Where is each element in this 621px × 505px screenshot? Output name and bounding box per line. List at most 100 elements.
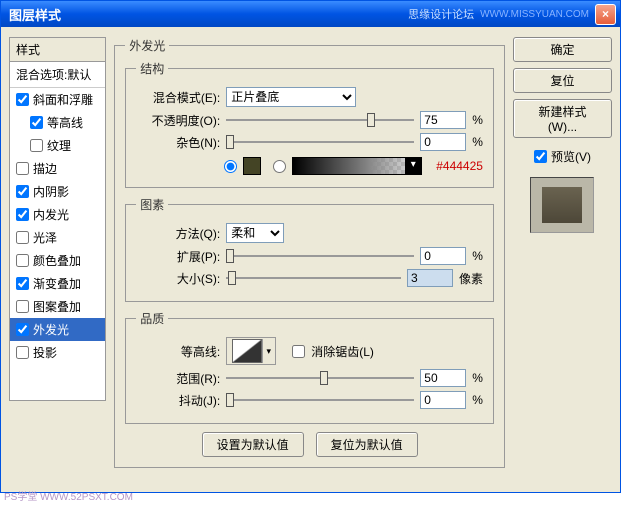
preview-box	[530, 177, 594, 233]
opacity-input[interactable]	[420, 111, 466, 129]
style-label: 内阴影	[33, 183, 69, 200]
reset-button[interactable]: 复位	[513, 68, 612, 93]
range-input[interactable]	[420, 369, 466, 387]
size-unit: 像素	[459, 270, 483, 287]
reset-default-button[interactable]: 复位为默认值	[316, 432, 418, 457]
gradient-dropdown-icon[interactable]: ▾	[405, 158, 421, 174]
elements-legend: 图素	[136, 196, 168, 213]
style-label: 投影	[33, 344, 57, 361]
new-style-button[interactable]: 新建样式(W)...	[513, 99, 612, 138]
antialias-checkbox[interactable]	[292, 345, 305, 358]
style-checkbox[interactable]	[16, 208, 29, 221]
forum-label: 思缘设计论坛	[408, 6, 474, 22]
watermark: PS学堂 WWW.52PSXT.COM	[4, 488, 133, 503]
styles-header: 样式	[9, 37, 106, 61]
color-radio[interactable]	[224, 160, 237, 173]
size-input[interactable]	[407, 269, 453, 287]
style-label: 图案叠加	[33, 298, 81, 315]
style-checkbox[interactable]	[16, 231, 29, 244]
spread-slider[interactable]	[226, 247, 414, 265]
opacity-label: 不透明度(O):	[136, 112, 220, 129]
style-checkbox[interactable]	[16, 185, 29, 198]
elements-group: 图素 方法(Q): 柔和 扩展(P): % 大小(S):	[125, 196, 494, 302]
style-item-3[interactable]: 描边	[10, 157, 105, 180]
blend-mode-select[interactable]: 正片叠底	[226, 87, 356, 107]
action-panel: 确定 复位 新建样式(W)... 预览(V)	[513, 37, 612, 484]
size-label: 大小(S):	[136, 270, 220, 287]
preview-thumbnail	[542, 187, 582, 223]
jitter-slider[interactable]	[226, 391, 414, 409]
style-item-5[interactable]: 内发光	[10, 203, 105, 226]
gradient-radio[interactable]	[273, 160, 286, 173]
ok-button[interactable]: 确定	[513, 37, 612, 62]
noise-label: 杂色(N):	[136, 134, 220, 151]
styles-list: 混合选项:默认斜面和浮雕等高线纹理描边内阴影内发光光泽颜色叠加渐变叠加图案叠加外…	[9, 61, 106, 401]
contour-swatch	[232, 339, 262, 363]
style-label: 描边	[33, 160, 57, 177]
structure-legend: 结构	[136, 60, 168, 77]
style-checkbox[interactable]	[16, 300, 29, 313]
style-label: 外发光	[33, 321, 69, 338]
forum-url: WWW.MISSYUAN.COM	[480, 9, 589, 20]
outer-glow-group: 外发光 结构 混合模式(E): 正片叠底 不透明度(O): % 杂色(N):	[114, 37, 505, 468]
style-item-7[interactable]: 颜色叠加	[10, 249, 105, 272]
style-checkbox[interactable]	[16, 254, 29, 267]
style-item-10[interactable]: 外发光	[10, 318, 105, 341]
contour-picker[interactable]: ▾	[226, 337, 276, 365]
style-label: 颜色叠加	[33, 252, 81, 269]
blend-mode-label: 混合模式(E):	[136, 89, 220, 106]
gradient-swatch[interactable]: ▾	[292, 157, 422, 175]
group-title: 外发光	[125, 37, 169, 54]
style-checkbox[interactable]	[16, 93, 29, 106]
size-slider[interactable]	[226, 269, 401, 287]
method-select[interactable]: 柔和	[226, 223, 284, 243]
style-checkbox[interactable]	[30, 139, 43, 152]
style-item-0[interactable]: 斜面和浮雕	[10, 88, 105, 111]
style-checkbox[interactable]	[30, 116, 43, 129]
titlebar[interactable]: 图层样式 思缘设计论坛 WWW.MISSYUAN.COM ×	[1, 1, 620, 27]
range-unit: %	[472, 371, 483, 385]
range-label: 范围(R):	[136, 370, 220, 387]
style-label: 渐变叠加	[33, 275, 81, 292]
method-label: 方法(Q):	[136, 225, 220, 242]
range-slider[interactable]	[226, 369, 414, 387]
style-item-2[interactable]: 纹理	[10, 134, 105, 157]
preview-label: 预览(V)	[551, 148, 591, 165]
noise-slider[interactable]	[226, 133, 414, 151]
jitter-unit: %	[472, 393, 483, 407]
jitter-input[interactable]	[420, 391, 466, 409]
style-checkbox[interactable]	[16, 277, 29, 290]
structure-group: 结构 混合模式(E): 正片叠底 不透明度(O): % 杂色(N):	[125, 60, 494, 188]
spread-input[interactable]	[420, 247, 466, 265]
style-item-6[interactable]: 光泽	[10, 226, 105, 249]
style-checkbox[interactable]	[16, 162, 29, 175]
color-swatch[interactable]	[243, 157, 261, 175]
style-item-1[interactable]: 等高线	[10, 111, 105, 134]
style-label: 等高线	[47, 114, 83, 131]
noise-input[interactable]	[420, 133, 466, 151]
close-button[interactable]: ×	[595, 4, 616, 25]
style-label: 内发光	[33, 206, 69, 223]
layer-style-dialog: 图层样式 思缘设计论坛 WWW.MISSYUAN.COM × 样式 混合选项:默…	[0, 0, 621, 493]
spread-label: 扩展(P):	[136, 248, 220, 265]
noise-unit: %	[472, 135, 483, 149]
style-label: 斜面和浮雕	[33, 91, 93, 108]
settings-panel: 外发光 结构 混合模式(E): 正片叠底 不透明度(O): % 杂色(N):	[114, 37, 505, 484]
style-checkbox[interactable]	[16, 346, 29, 359]
set-default-button[interactable]: 设置为默认值	[202, 432, 304, 457]
chevron-down-icon[interactable]: ▾	[262, 339, 274, 363]
opacity-slider[interactable]	[226, 111, 414, 129]
style-item-8[interactable]: 渐变叠加	[10, 272, 105, 295]
preview-checkbox[interactable]	[534, 150, 547, 163]
style-item-11[interactable]: 投影	[10, 341, 105, 364]
style-label: 光泽	[33, 229, 57, 246]
quality-group: 品质 等高线: ▾ 消除锯齿(L) 范围(R):	[125, 310, 494, 424]
style-item-4[interactable]: 内阴影	[10, 180, 105, 203]
spread-unit: %	[472, 249, 483, 263]
style-item-9[interactable]: 图案叠加	[10, 295, 105, 318]
blend-options-row[interactable]: 混合选项:默认	[10, 62, 105, 88]
window-title: 图层样式	[5, 5, 61, 24]
styles-panel: 样式 混合选项:默认斜面和浮雕等高线纹理描边内阴影内发光光泽颜色叠加渐变叠加图案…	[9, 37, 106, 484]
contour-label: 等高线:	[136, 343, 220, 360]
style-checkbox[interactable]	[16, 323, 29, 336]
